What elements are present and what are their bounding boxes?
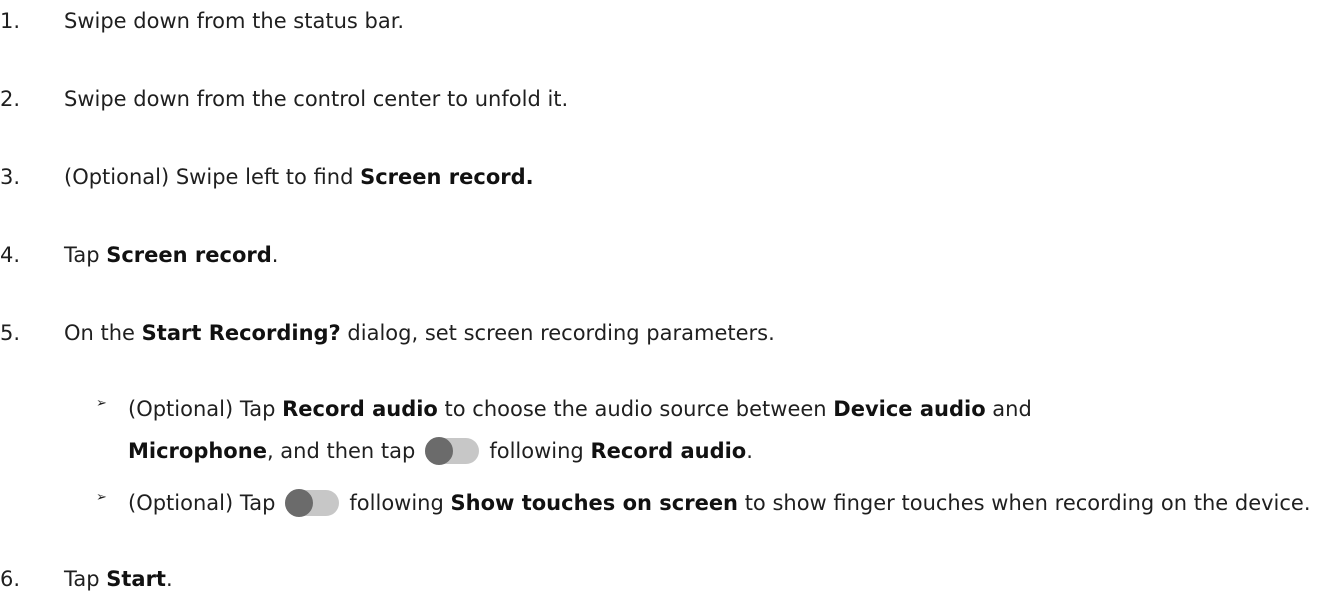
ui-term: Screen record. <box>360 165 534 189</box>
arrow-bullet-icon: ➢ <box>96 396 107 411</box>
step-number: 1. <box>0 9 21 33</box>
step-number: 3. <box>0 165 21 189</box>
ui-term: Device audio <box>833 397 986 421</box>
ui-term: Microphone <box>128 439 267 463</box>
step-text: Swipe down from the control center to un… <box>64 87 569 111</box>
step-number: 4. <box>0 243 21 267</box>
step-number: 6. <box>0 567 21 591</box>
step-number: 5. <box>0 321 21 345</box>
step-text: (Optional) Swipe left to find Screen rec… <box>64 165 534 189</box>
ui-term: Start <box>106 567 166 591</box>
ui-term: Record audio <box>282 397 438 421</box>
step-text: On the Start Recording? dialog, set scre… <box>64 321 775 345</box>
toggle-switch-icon <box>285 489 340 517</box>
ui-term: Show touches on screen <box>450 491 739 515</box>
substep-text: (Optional) Tap following Show touches on … <box>128 489 1311 517</box>
arrow-bullet-icon: ➢ <box>96 490 107 505</box>
ui-term: Screen record <box>106 243 272 267</box>
step-text: Tap Start. <box>64 567 173 591</box>
step-number: 2. <box>0 87 21 111</box>
ui-term: Start Recording? <box>141 321 341 345</box>
ui-term: Record audio <box>590 439 747 463</box>
toggle-switch-icon <box>425 437 480 465</box>
step-text: Swipe down from the status bar. <box>64 9 405 33</box>
step-text: Tap Screen record. <box>64 243 279 267</box>
substep-text: (Optional) Tap Record audio to choose th… <box>128 397 1032 465</box>
